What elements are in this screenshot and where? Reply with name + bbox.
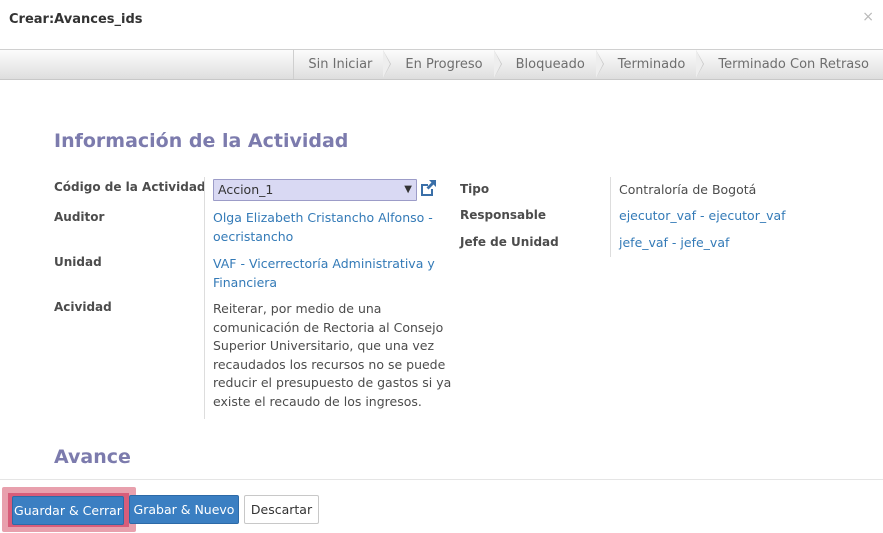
save-close-button[interactable]: Guardar & Cerrar: [12, 496, 124, 525]
auditor-label: Auditor: [54, 210, 105, 224]
unidad-label: Unidad: [54, 255, 102, 269]
unidad-line-1: VAF - Vicerrectoría Administrativa y: [213, 256, 435, 271]
actividad-line: Superior Universitario, que una vez: [213, 338, 435, 353]
discard-button[interactable]: Descartar: [244, 495, 319, 524]
actividad-line: comunicación de Rectoria al Consejo: [213, 319, 444, 335]
auditor-line-1: Olga Elizabeth Cristancho Alfonso -: [213, 210, 433, 225]
actividad-line: recaudados los recursos no se puede: [213, 356, 446, 372]
actividad-line: reducir el presupuesto de gastos si ya: [213, 375, 452, 390]
stage-list: Sin Iniciar En Progreso Bloqueado Termin…: [293, 50, 883, 79]
actividad-line: existe el recaudo de los ingresos.: [213, 393, 422, 409]
caret-down-icon: ▼: [404, 184, 412, 195]
tipo-label: Tipo: [460, 182, 490, 196]
save-new-button[interactable]: Grabar & Nuevo: [129, 495, 239, 524]
actividad-label: Acividad: [54, 300, 112, 314]
auditor-link[interactable]: Olga Elizabeth Cristancho Alfonso - oecr…: [213, 209, 433, 246]
auditor-line-2: oecristancho: [213, 228, 294, 244]
stage-sin-iniciar[interactable]: Sin Iniciar: [294, 50, 392, 79]
close-icon[interactable]: ×: [862, 9, 874, 25]
right-column-divider: [610, 177, 611, 257]
unidad-link[interactable]: VAF - Vicerrectoría Administrativa y Fin…: [213, 255, 435, 292]
dialog-title: Crear:Avances_ids: [9, 12, 143, 27]
stage-terminado[interactable]: Terminado: [604, 50, 705, 79]
jefe-label: Jefe de Unidad: [460, 235, 559, 249]
actividad-line: Reiterar, por medio de una: [213, 301, 382, 316]
unidad-line-2: Financiera: [213, 274, 278, 290]
responsable-link[interactable]: ejecutor_vaf - ejecutor_vaf: [619, 207, 786, 226]
tipo-value: Contraloría de Bogotá: [619, 182, 757, 197]
jefe-link[interactable]: jefe_vaf - jefe_vaf: [619, 234, 729, 253]
codigo-label: Código de la Actividad: [54, 180, 206, 194]
stage-en-progreso[interactable]: En Progreso: [391, 50, 502, 79]
actividad-text: Reiterar, por medio de una comunicación …: [213, 300, 451, 411]
section-title-avance: Avance: [54, 446, 131, 468]
external-link-icon[interactable]: [418, 178, 438, 198]
section-title-informacion: Información de la Actividad: [54, 130, 349, 152]
stage-bloqueado[interactable]: Bloqueado: [502, 50, 604, 79]
stage-terminado-con-retraso[interactable]: Terminado Con Retraso: [704, 50, 883, 79]
status-bar: Sin Iniciar En Progreso Bloqueado Termin…: [0, 49, 883, 80]
codigo-select-value: Accion_1: [218, 182, 274, 197]
responsable-label: Responsable: [460, 208, 546, 222]
left-column-divider: [204, 177, 205, 419]
dialog-header: Crear:Avances_ids ×: [0, 0, 883, 49]
codigo-select[interactable]: Accion_1 ▼: [213, 179, 417, 201]
